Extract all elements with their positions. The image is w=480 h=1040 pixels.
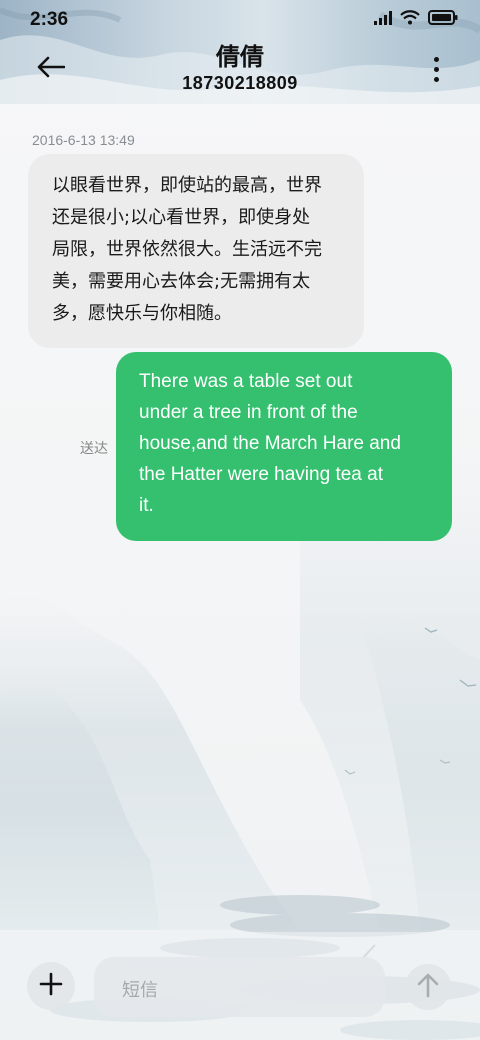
message-line: 美，需要用心去体会;无需拥有太	[52, 271, 311, 292]
contact-title[interactable]: 倩倩 18730218809	[100, 42, 380, 94]
outgoing-message-bubble[interactable]: There was a table set out under a tree i…	[116, 352, 452, 541]
message-line: under a tree in front of the	[139, 402, 358, 423]
message-line: it.	[139, 495, 154, 516]
attach-button[interactable]	[27, 962, 75, 1010]
message-input[interactable]: 短信	[94, 957, 385, 1017]
delivery-status: 送达	[80, 441, 108, 457]
more-options-button[interactable]	[426, 52, 446, 86]
more-dot	[433, 56, 439, 62]
send-arrow-icon	[417, 972, 439, 1002]
back-button[interactable]	[28, 50, 74, 88]
message-line: There was a table set out	[139, 371, 353, 392]
message-line: 局限，世界依然很大。生活远不完	[52, 239, 322, 260]
message-line: the Hatter were having tea at	[139, 464, 383, 485]
back-arrow-icon	[37, 56, 66, 82]
message-line: 还是很小;以心看世界，即使身处	[52, 207, 311, 228]
plus-icon	[39, 972, 63, 1000]
incoming-message-bubble[interactable]: 以眼看世界，即使站的最高，世界 还是很小;以心看世界，即使身处 局限，世界依然很…	[28, 154, 364, 348]
send-button[interactable]	[405, 964, 451, 1010]
sms-conversation-screen: 2:36 倩倩 18730218809 2016-6-13 13:49 以眼看世…	[0, 0, 480, 1040]
status-icons	[374, 10, 458, 30]
battery-icon	[428, 10, 458, 30]
contact-name: 倩倩	[216, 43, 264, 71]
message-line: house,and the March Hare and	[139, 433, 401, 454]
message-line: 以眼看世界，即使站的最高，世界	[52, 175, 322, 196]
wifi-icon	[400, 10, 420, 30]
signal-icon	[374, 10, 392, 30]
message-line: 多，愿快乐与你相随。	[52, 303, 232, 324]
message-input-placeholder: 短信	[122, 980, 158, 1001]
more-dot	[433, 66, 439, 72]
contact-number: 18730218809	[182, 73, 298, 93]
more-dot	[433, 76, 439, 82]
status-time: 2:36	[30, 9, 69, 30]
status-bar: 2:36	[0, 0, 480, 40]
message-timestamp: 2016-6-13 13:49	[32, 132, 135, 148]
conversation-header: 2:36 倩倩 18730218809	[0, 0, 480, 104]
